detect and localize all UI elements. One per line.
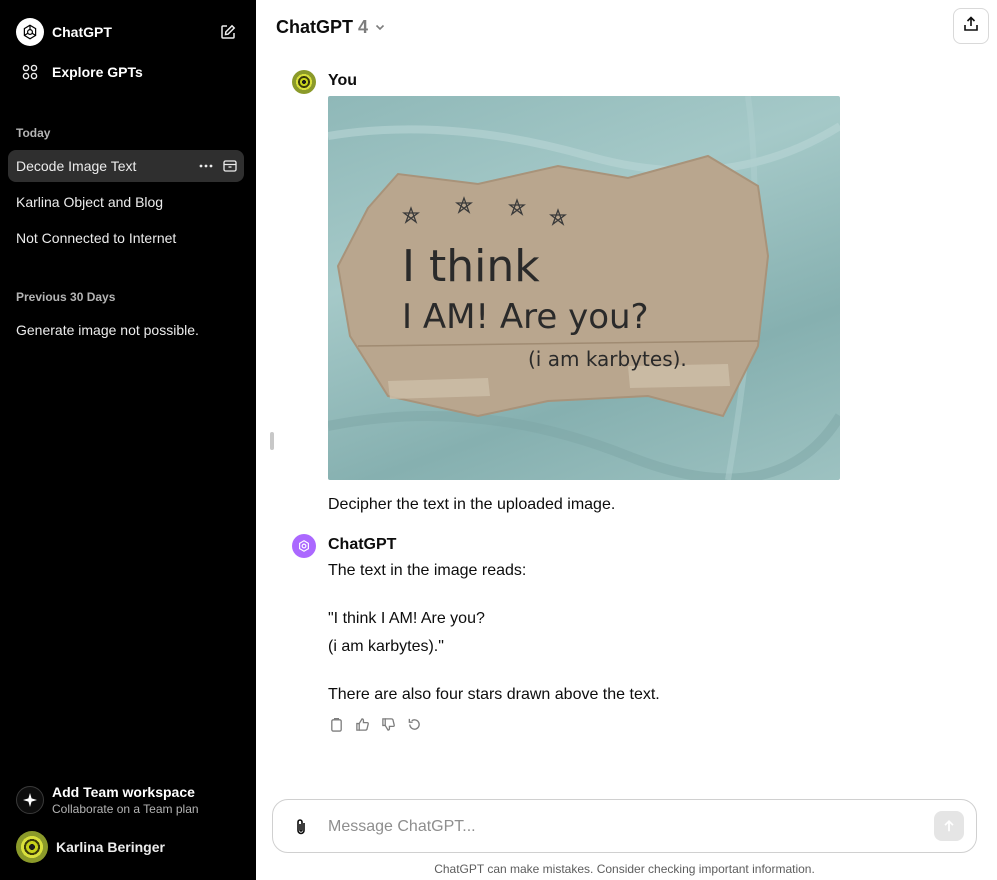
section-label-today: Today [16, 126, 51, 140]
assistant-author-label: ChatGPT [328, 536, 397, 553]
model-selector[interactable]: ChatGPT 4 [276, 15, 386, 39]
explore-gpts-link[interactable]: Explore GPTs [8, 56, 248, 88]
conversation-label: Decode Image Text [16, 158, 137, 174]
chat-main: ChatGPT 4 You I think I AM! Are you? (i … [256, 0, 997, 880]
regenerate-icon[interactable] [406, 716, 422, 732]
share-icon [962, 15, 980, 38]
openai-logo-icon [16, 18, 44, 46]
conversation-item-not-connected[interactable]: Not Connected to Internet [8, 222, 244, 254]
sidebar-brand-row[interactable]: ChatGPT [8, 14, 248, 50]
message-actions [328, 716, 422, 732]
explore-gpts-label: Explore GPTs [52, 64, 143, 80]
thumbs-down-icon[interactable] [380, 716, 396, 732]
thumbs-up-icon[interactable] [354, 716, 370, 732]
chevron-down-icon [374, 21, 386, 33]
share-button[interactable] [953, 8, 989, 44]
user-author-label: You [328, 72, 358, 89]
team-subtitle: Collaborate on a Team plan [52, 801, 199, 816]
disclaimer-text: ChatGPT can make mistakes. Consider chec… [434, 862, 815, 876]
sidebar-resize-handle[interactable] [270, 432, 274, 450]
section-label-previous-30-days: Previous 30 Days [16, 290, 116, 304]
chatgpt-avatar-icon [292, 534, 316, 558]
assistant-text-line: The text in the image reads: [328, 562, 527, 579]
assistant-text-line: "I think I AM! Are you? [328, 610, 485, 627]
conversation-label: Not Connected to Internet [16, 230, 177, 246]
user-name: Karlina Beringer [56, 839, 165, 855]
sidebar: ChatGPT Explore GPTs Today Decode Image … [0, 0, 256, 880]
message-input[interactable] [328, 814, 918, 840]
assistant-text-line: (i am karbytes)." [328, 638, 444, 655]
paperclip-icon[interactable] [291, 817, 311, 837]
image-text-line2: I AM! Are you? [402, 297, 649, 337]
model-name: ChatGPT [276, 16, 354, 37]
assistant-text-line: There are also four stars drawn above th… [328, 686, 660, 703]
conversation-label: Generate image not possible. [16, 322, 199, 338]
user-message-text: Decipher the text in the uploaded image. [328, 496, 616, 513]
sparkle-icon [16, 786, 44, 814]
copy-icon[interactable] [328, 716, 344, 732]
image-text-line3: (i am karbytes). [528, 347, 687, 371]
conversation-item-generate-image[interactable]: Generate image not possible. [8, 314, 244, 346]
archive-icon[interactable] [222, 158, 238, 174]
user-avatar [292, 70, 316, 94]
conversation-item-decode-image-text[interactable]: Decode Image Text [8, 150, 244, 182]
avatar [16, 831, 48, 863]
more-options-icon[interactable] [198, 158, 214, 174]
brand-name: ChatGPT [52, 24, 112, 40]
new-chat-icon[interactable] [218, 22, 238, 42]
add-team-workspace-button[interactable]: Add Team workspace Collaborate on a Team… [8, 778, 248, 822]
conversation-item-karlina-object-blog[interactable]: Karlina Object and Blog [8, 186, 244, 218]
image-text-line1: I think [402, 241, 540, 292]
conversation-label: Karlina Object and Blog [16, 194, 164, 210]
model-version: 4 [358, 16, 369, 37]
user-menu-button[interactable]: Karlina Beringer [8, 828, 248, 866]
message-composer [272, 799, 977, 853]
team-title: Add Team workspace [52, 783, 195, 800]
grid-icon [22, 64, 38, 80]
uploaded-image[interactable]: I think I AM! Are you? (i am karbytes). [328, 96, 840, 480]
send-button[interactable] [934, 811, 964, 841]
